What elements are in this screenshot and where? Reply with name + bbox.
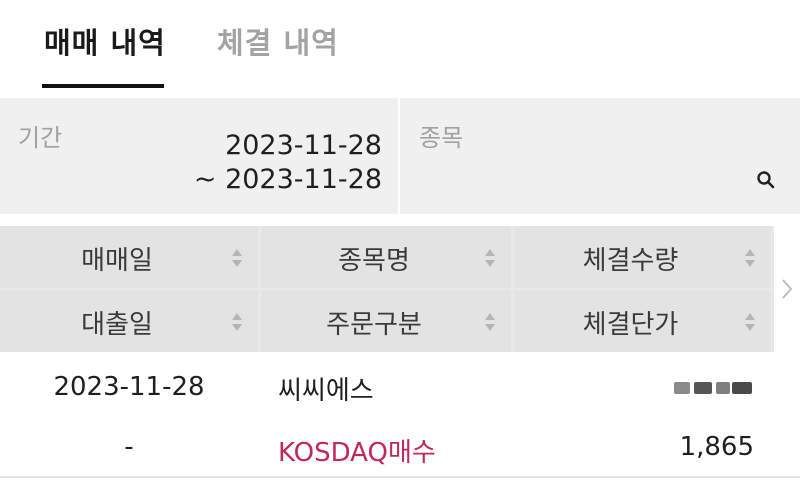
order-type: KOSDAQ매수	[278, 438, 436, 468]
column-header-label: 대출일	[81, 310, 153, 340]
trade-date: 2023-11-28	[53, 372, 205, 402]
column-header-trade-date[interactable]: 매매일	[0, 226, 258, 288]
table-row[interactable]: 2023-11-28 씨씨에스 - KOSDAQ매수 1,865	[0, 352, 800, 476]
active-tab-indicator	[42, 84, 164, 88]
search-icon[interactable]	[756, 170, 776, 190]
column-header-label: 종목명	[338, 246, 410, 276]
column-header-label: 체결수량	[582, 246, 679, 276]
sort-icon[interactable]	[743, 310, 757, 334]
executed-price: 1,865	[679, 432, 754, 462]
tab-execution-history[interactable]: 체결 내역	[217, 20, 339, 62]
column-header-label: 체결단가	[582, 310, 679, 340]
chevron-right-icon	[782, 279, 793, 299]
column-header-order-type[interactable]: 주문구분	[261, 290, 511, 352]
period-label: 기간	[18, 124, 63, 152]
executed-quantity-redacted	[664, 374, 754, 402]
sort-icon[interactable]	[230, 246, 244, 270]
loan-date: -	[124, 432, 134, 462]
tab-bar: 매매 내역 체결 내역	[0, 0, 800, 88]
stock-label: 종목	[419, 124, 464, 152]
table-header: 매매일 종목명 체결수량 대출일 주문구분 체결단가	[0, 226, 800, 352]
tab-trade-history[interactable]: 매매 내역	[44, 20, 166, 62]
scroll-right-button[interactable]	[774, 226, 800, 352]
sort-icon[interactable]	[483, 310, 497, 334]
filter-divider	[398, 98, 400, 214]
column-header-label: 매매일	[81, 246, 153, 276]
stock-name: 씨씨에스	[278, 376, 374, 406]
column-header-label: 주문구분	[326, 310, 422, 340]
period-end-date[interactable]: ~ 2023-11-28	[194, 164, 382, 195]
sort-icon[interactable]	[483, 246, 497, 270]
column-header-stock-name[interactable]: 종목명	[261, 226, 511, 288]
period-start-date[interactable]: 2023-11-28	[225, 130, 382, 161]
column-header-loan-date[interactable]: 대출일	[0, 290, 258, 352]
sort-icon[interactable]	[230, 310, 244, 334]
row-divider	[0, 476, 800, 478]
column-header-executed-price[interactable]: 체결단가	[514, 290, 771, 352]
column-header-executed-quantity[interactable]: 체결수량	[514, 226, 771, 288]
sort-icon[interactable]	[743, 246, 757, 270]
filter-panel: 기간 2023-11-28 ~ 2023-11-28 종목	[0, 98, 800, 214]
